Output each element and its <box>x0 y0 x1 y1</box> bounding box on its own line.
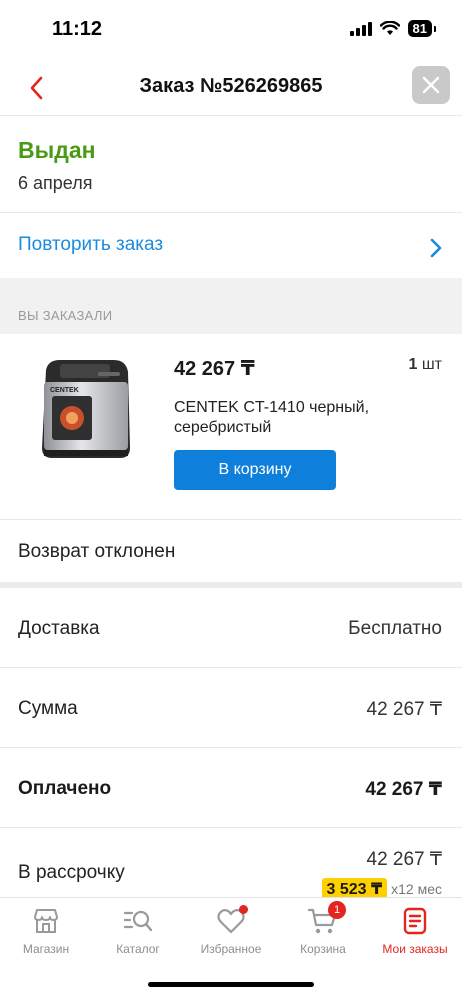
delivery-row: Доставка Бесплатно <box>0 588 462 668</box>
status-time: 11:12 <box>52 18 103 40</box>
return-status: Возврат отклонен <box>18 541 176 562</box>
product-image[interactable]: CENTEK <box>34 352 136 464</box>
close-icon <box>422 76 440 94</box>
shop-icon <box>31 906 61 936</box>
product-name[interactable]: CENTEK CT-1410 черный, серебристый <box>174 398 404 438</box>
status-icons: 81 <box>349 20 437 37</box>
add-to-cart-button[interactable]: В корзину <box>174 450 336 490</box>
close-button[interactable] <box>412 66 450 104</box>
tab-label-shop: Магазин <box>22 942 70 956</box>
home-indicator <box>148 982 314 987</box>
cart-count-badge: 1 <box>328 901 346 919</box>
installment-row: В рассрочку 42 267 ₸ 3 523 ₸ x12 мес <box>0 828 462 900</box>
cart-icon: 1 <box>308 901 346 936</box>
tab-favorites[interactable]: Избранное <box>185 905 277 966</box>
order-status: Выдан <box>18 137 96 163</box>
orders-icon <box>400 906 430 936</box>
product-quantity-unit: шт <box>421 356 442 373</box>
product-quantity: 1 шт <box>408 356 442 374</box>
favorites-dot-badge <box>239 905 248 914</box>
section-header-label: ВЫ ЗАКАЗАЛИ <box>18 308 113 323</box>
delivery-label: Доставка <box>18 618 100 639</box>
status-bar: 11:12 81 <box>0 0 462 60</box>
paid-value: 42 267 ₸ <box>365 779 442 800</box>
tab-catalog[interactable]: Каталог <box>92 906 184 966</box>
installment-label: В рассрочку <box>18 862 125 883</box>
bottom-tab-bar: Магазин Каталог Избранное 1 Корзина Мои … <box>0 897 462 999</box>
tab-cart[interactable]: 1 Корзина <box>277 901 369 966</box>
repeat-order-row[interactable]: Повторить заказ <box>0 214 462 278</box>
battery-icon: 81 <box>407 20 437 37</box>
section-header: ВЫ ЗАКАЗАЛИ <box>0 278 462 334</box>
tab-label-catalog: Каталог <box>116 942 160 956</box>
order-date: 6 апреля <box>18 173 93 193</box>
sum-label: Сумма <box>18 698 78 719</box>
paid-label: Оплачено <box>18 778 112 799</box>
signal-icon <box>349 21 372 36</box>
installment-term: x12 мес <box>391 881 442 897</box>
catalog-search-icon <box>123 906 153 936</box>
delivery-value: Бесплатно <box>348 618 442 639</box>
sum-row: Сумма 42 267 ₸ <box>0 668 462 748</box>
return-status-row: Возврат отклонен <box>0 520 462 582</box>
tab-my-orders[interactable]: Мои заказы <box>369 906 461 966</box>
wifi-icon <box>379 21 400 35</box>
installment-total: 42 267 ₸ <box>366 849 442 870</box>
paid-row: Оплачено 42 267 ₸ <box>0 748 462 828</box>
product-brand-text: CENTEK <box>50 387 79 394</box>
header: Заказ №526269865 <box>0 60 462 116</box>
order-status-block: Выдан 6 апреля <box>0 117 462 213</box>
tab-label-favorites: Избранное <box>200 942 262 956</box>
heart-icon <box>216 905 248 936</box>
repeat-order-label: Повторить заказ <box>18 234 164 255</box>
tab-label-cart: Корзина <box>300 942 346 956</box>
product-item: CENTEK 42 267 ₸ 1 шт CENTEK CT-1410 черн… <box>0 334 462 520</box>
sum-value: 42 267 ₸ <box>366 699 442 720</box>
tab-label-my-orders: Мои заказы <box>382 942 448 956</box>
chevron-right-icon <box>430 238 442 258</box>
product-price: 42 267 ₸ <box>174 358 255 380</box>
tab-shop[interactable]: Магазин <box>0 906 92 966</box>
product-quantity-number: 1 <box>408 356 418 373</box>
page-title: Заказ №526269865 <box>139 75 323 97</box>
